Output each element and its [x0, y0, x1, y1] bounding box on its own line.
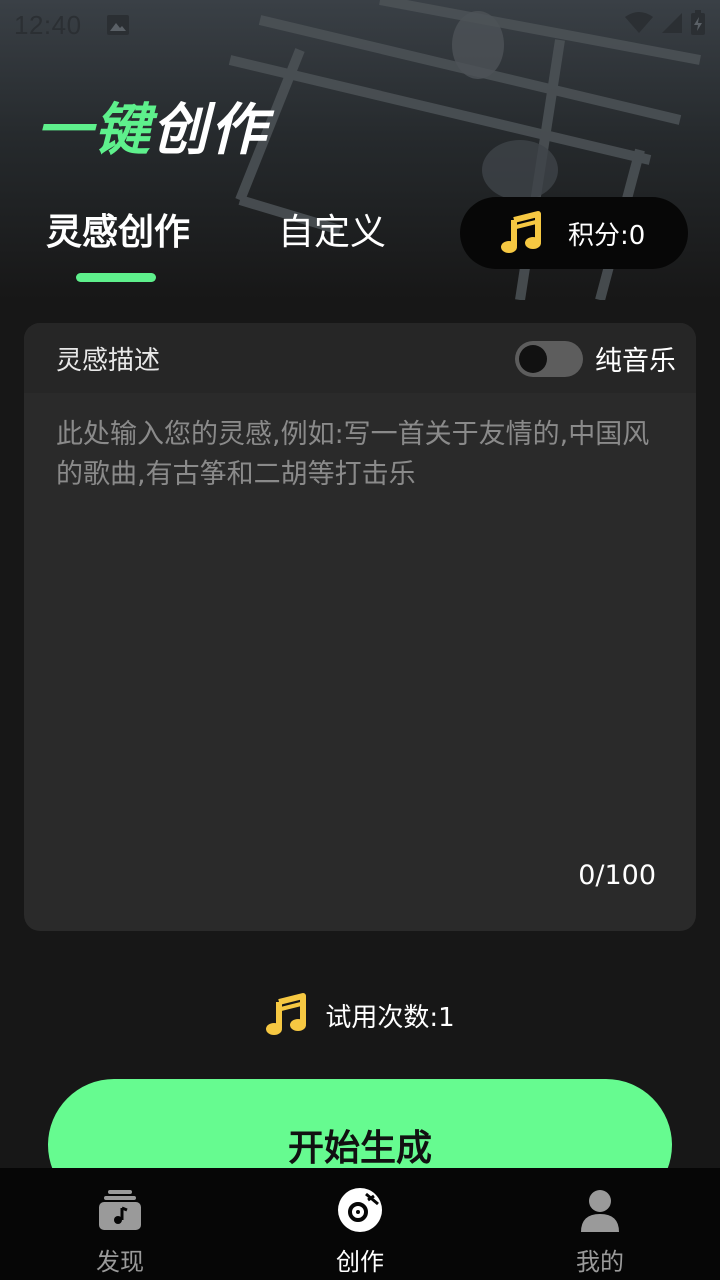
inspiration-placeholder: 此处输入您的灵感,例如:写一首关于友情的,中国风的歌曲,有古筝和二胡等打击乐 — [56, 419, 650, 490]
pure-music-label: 纯音乐 — [595, 346, 676, 377]
char-counter: 0/100 — [578, 860, 656, 891]
trial-count: 试用次数:1 — [0, 990, 720, 1040]
tab-active-indicator — [76, 273, 156, 282]
tab-custom[interactable]: 自定义 — [278, 208, 386, 258]
signal-icon — [662, 13, 682, 33]
status-time: 12:40 — [14, 9, 82, 40]
music-note-icon — [266, 993, 307, 1035]
pure-music-toggle[interactable] — [515, 340, 583, 377]
discover-icon — [99, 1190, 141, 1230]
inspiration-card: 灵感描述 纯音乐 此处输入您的灵感,例如:写一首关于友情的,中国风的歌曲,有古筝… — [24, 323, 696, 931]
title-main: 创作 — [152, 98, 268, 163]
nav-label-create: 创作 — [336, 1248, 384, 1276]
title-highlight: 一键 — [36, 98, 152, 163]
nav-item-mine[interactable]: 我的 — [480, 1168, 720, 1280]
status-icons — [624, 10, 706, 36]
battery-icon — [691, 10, 705, 35]
nav-label-discover: 发现 — [96, 1248, 144, 1276]
image-notification-icon — [106, 15, 129, 35]
tab-inspiration[interactable]: 灵感创作 — [46, 208, 190, 258]
page-title: 一键创作 — [36, 96, 268, 166]
pure-music-toggle-group: 纯音乐 — [515, 339, 676, 378]
status-bar: 12:40 — [0, 0, 720, 50]
card-header: 灵感描述 纯音乐 — [24, 323, 696, 393]
bottom-nav: 发现 创作 我的 — [0, 1168, 720, 1280]
card-title: 灵感描述 — [56, 345, 161, 376]
start-generate-label: 开始生成 — [287, 1128, 432, 1169]
disc-icon — [338, 1188, 382, 1232]
user-icon — [581, 1190, 619, 1232]
trial-count-label: 试用次数:1 — [325, 1002, 455, 1033]
music-note-icon — [501, 211, 541, 253]
points-badge[interactable]: 积分:0 — [460, 197, 688, 269]
nav-item-create[interactable]: 创作 — [240, 1168, 480, 1280]
nav-item-discover[interactable]: 发现 — [0, 1168, 240, 1280]
inspiration-input[interactable]: 此处输入您的灵感,例如:写一首关于友情的,中国风的歌曲,有古筝和二胡等打击乐 0… — [24, 393, 696, 931]
points-value: 积分:0 — [568, 220, 646, 251]
screen: 12:40 一键创作 灵感创作 自定义 积分:0 灵感描述 纯音乐 此处输入您的… — [0, 0, 720, 1280]
wifi-icon — [625, 12, 653, 33]
toggle-knob — [519, 344, 547, 373]
nav-label-mine: 我的 — [576, 1248, 624, 1276]
